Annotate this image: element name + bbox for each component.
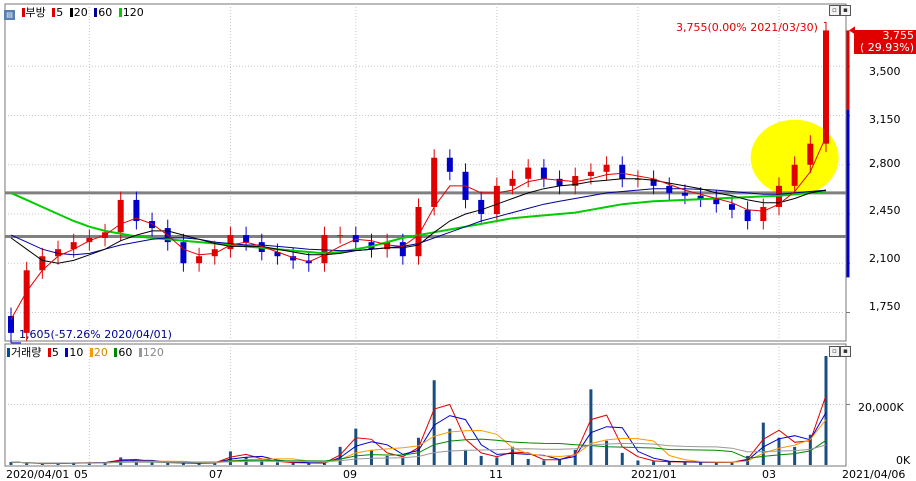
volume-bar xyxy=(652,461,656,465)
volume-bar xyxy=(150,462,154,465)
price-tick: 3,150 xyxy=(869,113,901,126)
price-panel-maximize-button[interactable]: ▪ xyxy=(840,5,851,16)
candle-body xyxy=(446,157,453,172)
candle-body xyxy=(603,164,610,172)
volume-bar xyxy=(166,462,170,465)
x-tick: 03 xyxy=(762,468,776,481)
volume-bar xyxy=(464,449,468,465)
volume-bar xyxy=(228,451,232,465)
candle-body xyxy=(509,178,516,186)
vol-ma10-label: 10 xyxy=(69,346,84,359)
candle-body xyxy=(117,199,124,233)
volume-tick: 20,000K xyxy=(858,401,904,414)
candle-body xyxy=(791,164,798,186)
volume-bar xyxy=(714,462,718,465)
x-tick: 09 xyxy=(343,468,357,481)
volume-bar xyxy=(793,446,797,465)
candle-body xyxy=(352,235,359,243)
price-tick: 2,450 xyxy=(869,204,901,217)
price-tick: 3,500 xyxy=(869,65,901,78)
candle-body xyxy=(525,167,532,179)
candle-body xyxy=(180,242,187,264)
ma20-label: 20 xyxy=(73,6,88,19)
x-tick: 2020/04/01 xyxy=(6,468,70,481)
candle-body xyxy=(619,164,626,179)
price-tick: 1,750 xyxy=(869,300,901,313)
stock-chart xyxy=(4,3,855,467)
vol-ma60-label: 60 xyxy=(118,346,133,359)
volume-bar xyxy=(761,422,765,465)
price-tick: 2,100 xyxy=(869,252,901,265)
volume-bar xyxy=(479,455,483,465)
volume-bar xyxy=(448,428,452,465)
volume-legend: 거래량 5 10 20 60 120 xyxy=(4,346,164,359)
price-legend: ▤ 부방 5 20 60 120 xyxy=(4,6,144,20)
vol-ma20-label: 20 xyxy=(93,346,108,359)
candle-body xyxy=(807,143,814,165)
volume-panel-frame xyxy=(4,343,847,467)
volume-bar xyxy=(636,460,640,465)
x-tick: 2021/01 xyxy=(631,468,677,481)
ma60-label: 60 xyxy=(98,6,113,19)
volume-bar xyxy=(385,455,389,465)
candle-body xyxy=(243,235,250,243)
volume-bar xyxy=(401,457,405,465)
candle-body xyxy=(337,235,344,237)
volume-tick: 0K xyxy=(896,454,911,467)
volume-panel-minimize-button[interactable]: ▫ xyxy=(829,346,840,357)
candle-body xyxy=(728,204,735,210)
volume-panel-maximize-button[interactable]: ▪ xyxy=(840,346,851,357)
candle-body xyxy=(196,256,203,264)
volume-bar xyxy=(417,437,420,465)
volume-bar xyxy=(620,452,624,465)
candle-body xyxy=(431,157,438,207)
vol-ma120-label: 120 xyxy=(142,346,164,359)
volume-bar xyxy=(275,462,279,465)
volume-bar xyxy=(511,446,515,465)
price-panel-frame xyxy=(4,3,847,342)
volume-title: 거래량 xyxy=(11,346,42,359)
volume-bar xyxy=(824,356,828,465)
ma5-label: 5 xyxy=(56,6,64,19)
candle-body xyxy=(23,270,30,333)
x-tick: 05 xyxy=(74,468,88,481)
chart-mode-icon[interactable]: ▤ xyxy=(4,10,15,20)
candle-body xyxy=(823,30,829,144)
volume-bar xyxy=(589,389,593,465)
volume-bar xyxy=(526,458,530,465)
candle-body xyxy=(744,209,751,222)
volume-bar xyxy=(667,461,671,465)
candle-body xyxy=(321,235,328,264)
price-tick: 2,800 xyxy=(869,157,901,170)
candle-body xyxy=(227,235,234,250)
candle-body xyxy=(666,185,673,193)
candle-body xyxy=(540,167,547,179)
x-tick: 07 xyxy=(209,468,223,481)
x-axis-end-date: 2021/04/06 xyxy=(842,468,906,481)
volume-bar xyxy=(495,457,499,465)
volume-bar xyxy=(25,463,29,465)
candle-body xyxy=(149,221,156,229)
volume-bar xyxy=(542,460,546,465)
min-price-annotation: 1,605(-57.26% 2020/04/01) xyxy=(19,328,172,341)
candle-body xyxy=(681,192,688,196)
stock-name: 부방 xyxy=(25,6,46,19)
ma120-label: 120 xyxy=(122,6,144,19)
candle-body xyxy=(493,185,500,215)
price-panel-minimize-button[interactable]: ▫ xyxy=(829,5,840,16)
x-tick: 11 xyxy=(489,468,503,481)
volume-bar xyxy=(291,462,295,465)
volume-bar xyxy=(369,449,373,465)
current-change: ( 29.93%) xyxy=(859,41,914,54)
candle-body xyxy=(587,171,594,177)
vol-ma5-label: 5 xyxy=(51,346,59,359)
candle-body xyxy=(760,206,767,222)
volume-bar xyxy=(699,462,703,465)
candle-body xyxy=(478,199,485,215)
max-price-annotation: 3,755(0.00% 2021/03/30) xyxy=(676,21,818,34)
current-price-tag: 3,755 ( 29.93%) xyxy=(854,30,916,54)
